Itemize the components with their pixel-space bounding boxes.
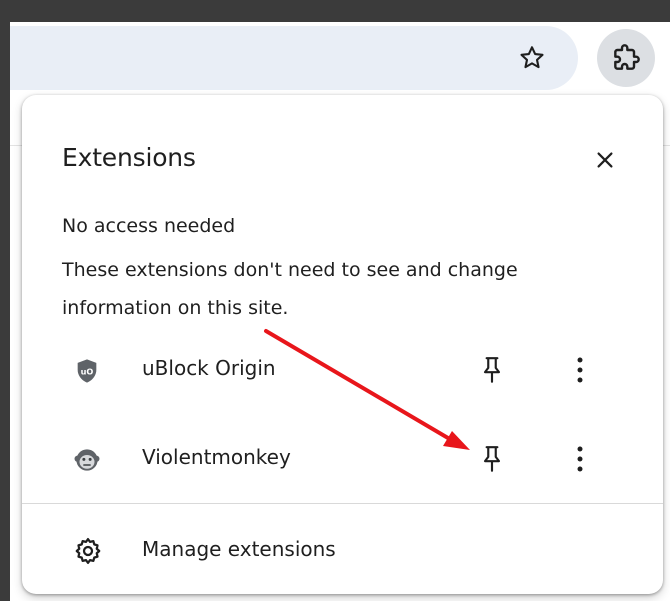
- extension-row-ublock-origin[interactable]: uO uBlock Origin: [22, 332, 663, 412]
- manage-extensions-label: Manage extensions: [142, 537, 336, 561]
- popup-title: Extensions: [62, 143, 196, 172]
- more-vert-icon: [577, 357, 583, 383]
- close-button[interactable]: [588, 143, 622, 177]
- close-icon: [597, 152, 613, 168]
- pin-button[interactable]: [472, 350, 512, 390]
- bookmark-star-button[interactable]: [510, 36, 554, 80]
- divider: [22, 503, 663, 504]
- pin-icon: [483, 446, 501, 472]
- svg-text:uO: uO: [81, 367, 94, 377]
- more-vert-icon: [577, 446, 583, 472]
- extensions-toolbar-button[interactable]: [597, 29, 655, 87]
- manage-extensions-button[interactable]: Manage extensions: [22, 515, 663, 585]
- extension-name: uBlock Origin: [142, 356, 276, 380]
- section-heading: No access needed: [62, 215, 236, 237]
- more-options-button[interactable]: [560, 439, 600, 479]
- address-bar[interactable]: [10, 26, 578, 90]
- tab-strip: [10, 0, 670, 22]
- star-outline-icon: [520, 46, 544, 69]
- pin-icon: [483, 357, 501, 383]
- monkey-icon: [72, 445, 102, 475]
- browser-toolbar: [10, 22, 670, 94]
- section-description: These extensions don't need to see and c…: [62, 259, 518, 319]
- gear-icon: [72, 535, 104, 567]
- pin-button[interactable]: [472, 439, 512, 479]
- extension-row-violentmonkey[interactable]: Violentmonkey: [22, 421, 663, 501]
- more-options-button[interactable]: [560, 350, 600, 390]
- ublock-shield-icon: uO: [72, 356, 102, 386]
- extensions-popup: Extensions No access needed These extens…: [22, 95, 663, 594]
- puzzle-piece-icon: [614, 44, 640, 70]
- extension-name: Violentmonkey: [142, 445, 291, 469]
